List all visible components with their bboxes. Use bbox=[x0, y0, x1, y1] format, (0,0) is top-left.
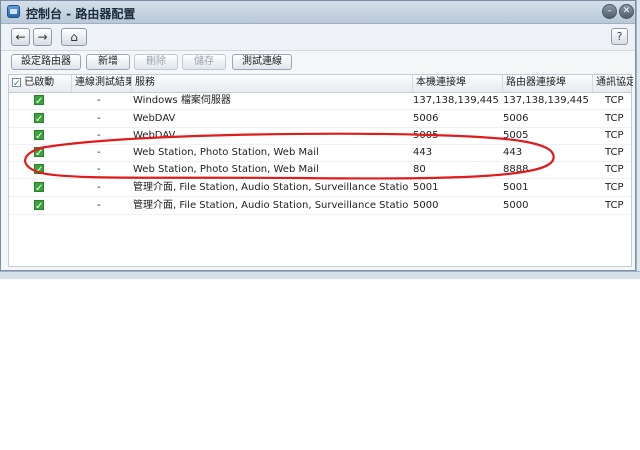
protocol: TCP bbox=[605, 147, 624, 158]
setup-router-button[interactable]: 設定路由器 bbox=[11, 54, 81, 70]
enabled-checkbox[interactable] bbox=[34, 127, 44, 144]
protocol: TCP bbox=[605, 130, 624, 141]
service-name: 管理介面, File Station, Audio Station, Surve… bbox=[133, 182, 409, 193]
service-name: 管理介面, File Station, Audio Station, Surve… bbox=[133, 200, 409, 211]
column-header-service[interactable]: 服務 bbox=[132, 75, 413, 92]
save-button[interactable]: 儲存 bbox=[182, 54, 226, 70]
table-row[interactable]: - Windows 檔案伺服器 137,138,139,445 137,138,… bbox=[9, 92, 631, 110]
title-bar: 控制台 - 路由器配置 – ✕ bbox=[1, 1, 635, 24]
control-panel-icon bbox=[7, 5, 20, 18]
enabled-checkbox[interactable] bbox=[34, 161, 44, 178]
local-port: 5006 bbox=[413, 113, 439, 124]
minimize-icon[interactable]: – bbox=[602, 4, 617, 19]
enabled-checkbox[interactable] bbox=[34, 110, 44, 127]
home-button[interactable]: ⌂ bbox=[61, 28, 87, 46]
window-bottom-edge bbox=[0, 271, 640, 279]
toolbar: 設定路由器 新增 刪除 儲存 測試連線 bbox=[1, 51, 635, 73]
navigation-bar: ← → ⌂ ? bbox=[1, 24, 635, 51]
router-port: 5005 bbox=[503, 130, 529, 141]
column-header-enabled[interactable]: 已啟動 bbox=[9, 75, 72, 92]
help-button[interactable]: ? bbox=[611, 28, 628, 45]
router-port: 443 bbox=[503, 147, 523, 158]
router-port: 5001 bbox=[503, 182, 529, 193]
select-all-checkbox[interactable] bbox=[12, 76, 21, 92]
local-port: 5005 bbox=[413, 130, 439, 141]
router-port: 137,138,139,445 bbox=[503, 95, 589, 106]
table-row[interactable]: - 管理介面, File Station, Audio Station, Sur… bbox=[9, 197, 631, 215]
window-title: 控制台 - 路由器配置 bbox=[26, 7, 136, 21]
column-header-local-port[interactable]: 本機連接埠 bbox=[413, 75, 503, 92]
delete-button[interactable]: 刪除 bbox=[134, 54, 178, 70]
back-button[interactable]: ← bbox=[11, 28, 30, 46]
column-header-router-port[interactable]: 路由器連接埠 bbox=[503, 75, 593, 92]
test-result: - bbox=[97, 200, 101, 211]
router-port: 5006 bbox=[503, 113, 529, 124]
forward-button[interactable]: → bbox=[33, 28, 52, 46]
table-row[interactable]: - Web Station, Photo Station, Web Mail 8… bbox=[9, 161, 631, 179]
protocol: TCP bbox=[605, 113, 624, 124]
service-name: Web Station, Photo Station, Web Mail bbox=[133, 147, 319, 158]
test-result: - bbox=[97, 95, 101, 106]
local-port: 137,138,139,445 bbox=[413, 95, 499, 106]
close-icon[interactable]: ✕ bbox=[619, 4, 634, 19]
enabled-checkbox[interactable] bbox=[34, 92, 44, 109]
enabled-checkbox[interactable] bbox=[34, 144, 44, 161]
table-row[interactable]: - WebDAV 5005 5005 TCP bbox=[9, 127, 631, 145]
table-row[interactable]: - 管理介面, File Station, Audio Station, Sur… bbox=[9, 179, 631, 197]
local-port: 5001 bbox=[413, 182, 439, 193]
test-result: - bbox=[97, 130, 101, 141]
table-row[interactable]: - WebDAV 5006 5006 TCP bbox=[9, 110, 631, 128]
service-name: Web Station, Photo Station, Web Mail bbox=[133, 164, 319, 175]
protocol: TCP bbox=[605, 164, 624, 175]
router-config-window: 控制台 - 路由器配置 – ✕ ← → ⌂ ? 設定路由器 新增 刪除 儲存 測… bbox=[0, 0, 636, 271]
add-button[interactable]: 新增 bbox=[86, 54, 130, 70]
router-port: 8888 bbox=[503, 164, 529, 175]
local-port: 80 bbox=[413, 164, 426, 175]
column-header-test[interactable]: 連線測試結果 bbox=[72, 75, 132, 92]
test-result: - bbox=[97, 182, 101, 193]
background-window-edge bbox=[636, 0, 640, 271]
service-name: Windows 檔案伺服器 bbox=[133, 95, 231, 106]
service-name: WebDAV bbox=[133, 113, 176, 124]
protocol: TCP bbox=[605, 200, 624, 211]
table-header: 已啟動 連線測試結果 服務 本機連接埠 路由器連接埠 通訊協定 bbox=[9, 75, 633, 93]
enabled-checkbox[interactable] bbox=[34, 179, 44, 196]
test-result: - bbox=[97, 164, 101, 175]
local-port: 443 bbox=[413, 147, 433, 158]
column-header-protocol[interactable]: 通訊協定 bbox=[593, 75, 633, 92]
test-connection-button[interactable]: 測試連線 bbox=[232, 54, 292, 70]
table-row[interactable]: - Web Station, Photo Station, Web Mail 4… bbox=[9, 144, 631, 162]
router-port: 5000 bbox=[503, 200, 529, 211]
test-result: - bbox=[97, 147, 101, 158]
test-result: - bbox=[97, 113, 101, 124]
protocol: TCP bbox=[605, 182, 624, 193]
port-forwarding-table: 已啟動 連線測試結果 服務 本機連接埠 路由器連接埠 通訊協定 - Window… bbox=[8, 74, 633, 267]
service-name: WebDAV bbox=[133, 130, 176, 141]
protocol: TCP bbox=[605, 95, 624, 106]
local-port: 5000 bbox=[413, 200, 439, 211]
enabled-checkbox[interactable] bbox=[34, 197, 44, 214]
